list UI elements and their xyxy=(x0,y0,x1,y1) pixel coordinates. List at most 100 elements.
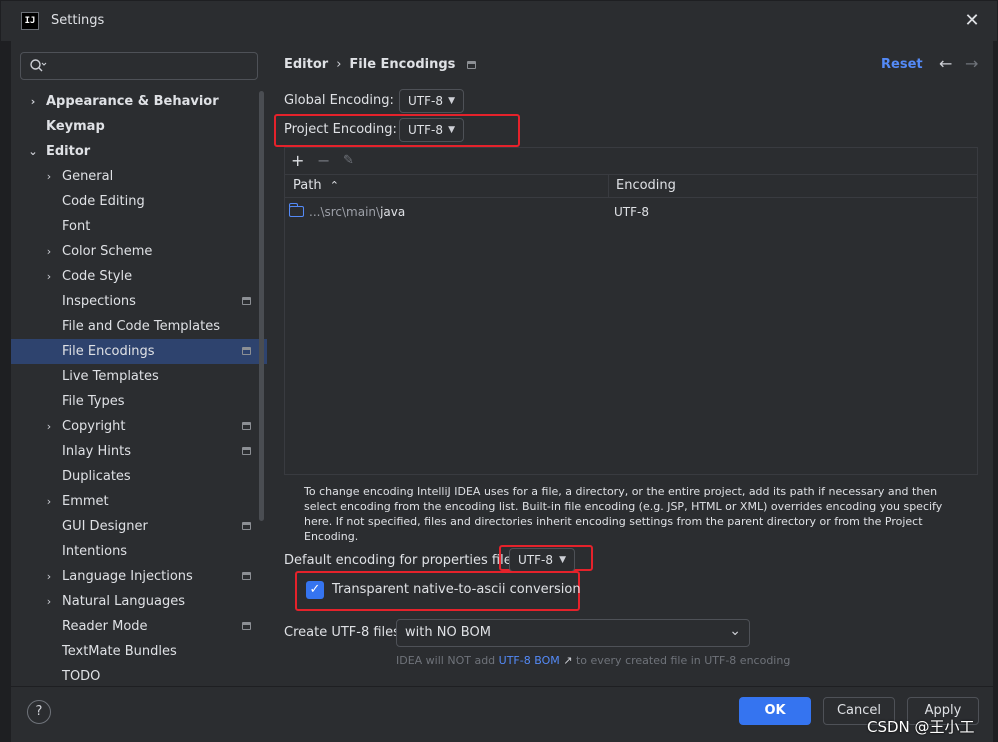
sidebar-item-live-templates[interactable]: Live Templates xyxy=(11,364,267,389)
folder-icon xyxy=(288,203,304,217)
sidebar-item-label: Code Editing xyxy=(62,194,145,209)
settings-window: IJ Settings ✕ › Appearance & Behavior Keym… xyxy=(0,0,998,742)
chevron-right-icon[interactable]: › xyxy=(43,414,55,439)
sidebar-item-label: Emmet xyxy=(62,494,109,509)
properties-encoding-label: Default encoding for properties files: xyxy=(284,553,523,568)
sidebar-item-color-scheme[interactable]: › Color Scheme xyxy=(11,239,267,264)
chevron-right-icon[interactable]: › xyxy=(43,164,55,189)
global-encoding-label: Global Encoding: xyxy=(284,93,394,108)
path-encoding-table: + − ✎ Path ⌃ Encoding ...\src\main\java U… xyxy=(284,147,978,475)
sidebar-item-label: Font xyxy=(62,219,91,234)
breadcrumb-editor[interactable]: Editor xyxy=(284,57,328,72)
project-encoding-value: UTF-8 xyxy=(408,123,443,137)
chevron-right-icon[interactable]: › xyxy=(43,589,55,614)
sidebar-item-editor[interactable]: ⌄ Editor xyxy=(11,139,267,164)
sidebar-item-label: Intentions xyxy=(62,544,128,559)
ok-button[interactable]: OK xyxy=(739,697,811,725)
sidebar-scrollbar[interactable] xyxy=(259,91,264,521)
sidebar-item-inlay-hints[interactable]: Inlay Hints xyxy=(11,439,267,464)
edit-icon[interactable]: ✎ xyxy=(343,153,354,168)
column-header-path[interactable]: Path ⌃ xyxy=(293,175,339,197)
table-row[interactable]: ...\src\main\java UTF-8 xyxy=(285,200,977,224)
project-encoding-combo[interactable]: UTF-8 ▼ xyxy=(399,118,464,142)
global-encoding-value: UTF-8 xyxy=(408,94,443,108)
native-to-ascii-checkbox[interactable]: ✓ xyxy=(306,581,324,599)
sidebar-item-label: Appearance & Behavior xyxy=(46,94,219,109)
project-level-icon xyxy=(242,447,251,455)
sidebar-item-file-encodings[interactable]: File Encodings xyxy=(11,339,267,364)
create-utf8-value: with NO BOM xyxy=(405,625,491,640)
sidebar-item-label: TextMate Bundles xyxy=(62,644,177,659)
back-arrow-icon[interactable]: ← xyxy=(939,54,952,73)
create-utf8-label: Create UTF-8 files: xyxy=(284,625,405,640)
sidebar-item-emmet[interactable]: › Emmet xyxy=(11,489,267,514)
sidebar-item-file-types[interactable]: File Types xyxy=(11,389,267,414)
settings-search-input[interactable] xyxy=(51,56,251,76)
table-header: Path ⌃ Encoding xyxy=(285,174,977,198)
sidebar-item-textmate-bundles[interactable]: TextMate Bundles xyxy=(11,639,267,664)
close-icon[interactable]: ✕ xyxy=(961,10,983,32)
sidebar-item-font[interactable]: Font xyxy=(11,214,267,239)
settings-content: Editor › File Encodings Reset ← → Global E… xyxy=(267,41,993,686)
chevron-right-icon[interactable]: › xyxy=(27,89,39,114)
sidebar-item-reader-mode[interactable]: Reader Mode xyxy=(11,614,267,639)
encoding-cell[interactable]: UTF-8 xyxy=(614,200,649,224)
sidebar-item-keymap[interactable]: Keymap xyxy=(11,114,267,139)
column-divider[interactable] xyxy=(608,175,609,197)
column-header-encoding[interactable]: Encoding xyxy=(616,175,676,197)
sidebar-item-label: File Encodings xyxy=(62,344,155,359)
sidebar-item-duplicates[interactable]: Duplicates xyxy=(11,464,267,489)
chevron-right-icon[interactable]: › xyxy=(43,264,55,289)
native-to-ascii-label[interactable]: Transparent native-to-ascii conversion xyxy=(332,582,581,597)
sidebar-item-intentions[interactable]: Intentions xyxy=(11,539,267,564)
encoding-help-text: To change encoding IntelliJ IDEA uses fo… xyxy=(304,485,943,543)
forward-arrow-icon[interactable]: → xyxy=(965,54,978,73)
sidebar-item-inspections[interactable]: Inspections xyxy=(11,289,267,314)
project-level-icon xyxy=(242,622,251,630)
chevron-right-icon[interactable]: › xyxy=(43,489,55,514)
reset-link[interactable]: Reset xyxy=(881,57,923,72)
chevron-down-icon: ⌄ xyxy=(729,623,741,639)
sidebar-item-general[interactable]: › General xyxy=(11,164,267,189)
project-encoding-label: Project Encoding: xyxy=(284,122,397,137)
title-bar: IJ Settings ✕ xyxy=(1,1,997,41)
remove-icon[interactable]: − xyxy=(317,151,330,170)
dropdown-caret-icon: ▼ xyxy=(448,125,455,135)
project-level-icon xyxy=(242,572,251,580)
properties-encoding-combo[interactable]: UTF-8 ▼ xyxy=(509,548,575,572)
project-level-icon xyxy=(242,347,251,355)
sidebar-item-language-injections[interactable]: › Language Injections xyxy=(11,564,267,589)
window-title: Settings xyxy=(51,13,105,28)
settings-search-box[interactable] xyxy=(20,52,258,80)
chevron-right-icon[interactable]: › xyxy=(43,564,55,589)
sidebar-item-label: Inspections xyxy=(62,294,136,309)
project-level-icon xyxy=(242,522,251,530)
external-link-icon: ↗ xyxy=(563,654,573,667)
dropdown-caret-icon: ▼ xyxy=(448,96,455,106)
add-icon[interactable]: + xyxy=(291,151,304,170)
sidebar-item-appearance-behavior[interactable]: › Appearance & Behavior xyxy=(11,89,267,114)
sidebar-item-label: Keymap xyxy=(46,119,105,134)
global-encoding-combo[interactable]: UTF-8 ▼ xyxy=(399,89,464,113)
chevron-down-icon[interactable]: ⌄ xyxy=(27,139,39,164)
help-button[interactable]: ? xyxy=(27,700,51,724)
settings-tree: › Appearance & Behavior Keymap ⌄ Editor › Gene… xyxy=(11,89,267,689)
chevron-right-icon[interactable]: › xyxy=(43,239,55,264)
sidebar-item-code-editing[interactable]: Code Editing xyxy=(11,189,267,214)
search-icon xyxy=(29,58,47,74)
sidebar-item-label: GUI Designer xyxy=(62,519,148,534)
settings-sidebar: › Appearance & Behavior Keymap ⌄ Editor › Gene… xyxy=(11,41,267,686)
sidebar-item-label: Color Scheme xyxy=(62,244,153,259)
project-level-icon xyxy=(242,422,251,430)
dropdown-caret-icon: ▼ xyxy=(559,555,566,565)
project-level-icon xyxy=(467,60,477,69)
sidebar-item-copyright[interactable]: › Copyright xyxy=(11,414,267,439)
breadcrumb-separator-icon: › xyxy=(336,57,342,72)
sidebar-item-natural-languages[interactable]: › Natural Languages xyxy=(11,589,267,614)
sidebar-item-file-and-code-templates[interactable]: File and Code Templates xyxy=(11,314,267,339)
sidebar-item-code-style[interactable]: › Code Style xyxy=(11,264,267,289)
sidebar-item-label: Inlay Hints xyxy=(62,444,131,459)
create-utf8-combo[interactable]: with NO BOM ⌄ xyxy=(396,619,750,647)
sidebar-item-gui-designer[interactable]: GUI Designer xyxy=(11,514,267,539)
utf8-bom-link[interactable]: UTF-8 BOM xyxy=(499,654,560,667)
